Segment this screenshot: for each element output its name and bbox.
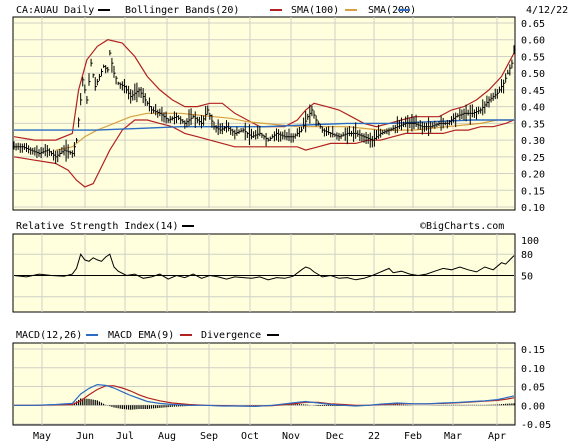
symbol-label: CA:AUAU Daily bbox=[16, 5, 94, 16]
x-tick-label: Mar bbox=[444, 431, 462, 442]
macd-tick-label: 0.15 bbox=[521, 345, 545, 356]
price-tick-label: 0.10 bbox=[521, 203, 545, 214]
date-label: 4/12/22 bbox=[526, 5, 568, 16]
x-tick-label: Aug bbox=[158, 431, 176, 442]
x-tick-label: Jun bbox=[76, 431, 94, 442]
x-tick-label: Feb bbox=[404, 431, 422, 442]
rsi-tick-label: 50 bbox=[521, 272, 533, 283]
x-tick-label: 22 bbox=[368, 431, 380, 442]
macd-y-axis: 0.15 0.10 0.05 0.00 -0.05 bbox=[521, 345, 551, 431]
x-tick-label: Dec bbox=[326, 431, 344, 442]
price-tick-label: 0.50 bbox=[521, 69, 545, 80]
x-tick-label: May bbox=[33, 431, 51, 442]
chart-svg: CA:AUAU Daily Bollinger Bands(20) SMA(10… bbox=[12, 5, 568, 442]
macd-panel bbox=[12, 342, 516, 426]
rsi-y-axis: 100 80 50 bbox=[521, 236, 539, 283]
macd-tick-label: 0.00 bbox=[521, 401, 545, 412]
x-tick-label: Apr bbox=[488, 431, 506, 442]
price-tick-label: 0.20 bbox=[521, 170, 545, 181]
price-tick-label: 0.55 bbox=[521, 52, 545, 63]
price-tick-label: 0.25 bbox=[521, 153, 545, 164]
x-tick-label: Jul bbox=[116, 431, 134, 442]
macd-tick-label: -0.05 bbox=[521, 420, 551, 431]
price-tick-label: 0.45 bbox=[521, 86, 545, 97]
bollinger-label: Bollinger Bands(20) bbox=[125, 5, 239, 16]
price-tick-label: 0.35 bbox=[521, 119, 545, 130]
rsi-label: Relative Strength Index(14) bbox=[16, 221, 179, 232]
price-tick-label: 0.60 bbox=[521, 36, 545, 47]
price-tick-label: 0.40 bbox=[521, 103, 545, 114]
divergence-label: Divergence bbox=[201, 330, 261, 341]
macd-tick-label: 0.05 bbox=[521, 383, 545, 394]
rsi-panel bbox=[12, 233, 516, 313]
price-tick-label: 0.65 bbox=[521, 19, 545, 30]
rsi-tick-label: 80 bbox=[521, 250, 533, 261]
watermark: ©BigCharts.com bbox=[420, 221, 504, 232]
sma100-label: SMA(100) bbox=[291, 5, 339, 16]
x-tick-label: Oct bbox=[241, 431, 259, 442]
price-tick-label: 0.15 bbox=[521, 186, 545, 197]
macd-label: MACD(12,26) bbox=[16, 330, 82, 341]
macd-ema-label: MACD EMA(9) bbox=[108, 330, 174, 341]
price-tick-label: 0.30 bbox=[521, 136, 545, 147]
macd-tick-label: 0.10 bbox=[521, 364, 545, 375]
x-axis: May Jun Jul Aug Sep Oct Nov Dec 22 Feb Mar Apr bbox=[33, 431, 506, 442]
price-y-axis: 0.65 0.60 0.55 0.50 0.45 0.40 0.35 0.30 0.25 0.20… bbox=[521, 19, 545, 214]
stock-chart: CA:AUAU Daily Bollinger Bands(20) SMA(10… bbox=[0, 0, 579, 444]
x-tick-label: Nov bbox=[282, 431, 300, 442]
x-tick-label: Sep bbox=[200, 431, 218, 442]
price-panel bbox=[12, 16, 516, 211]
rsi-tick-label: 100 bbox=[521, 236, 539, 247]
